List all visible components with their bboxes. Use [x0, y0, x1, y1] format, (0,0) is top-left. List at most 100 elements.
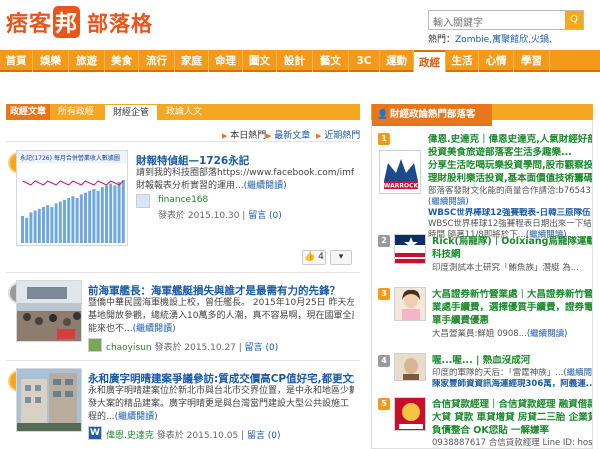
like-button[interactable]: 👍 4 [302, 250, 326, 265]
blogger-title-line[interactable]: 理財股利樂活投資,基本面價值技術籌碼分析 [428, 173, 592, 185]
nav-item-13[interactable]: 政經 [414, 50, 446, 72]
nav-item-3[interactable]: 旅遊 [69, 50, 105, 72]
ranking-title: 財經政論熱門部落客 [390, 109, 476, 120]
article-title[interactable]: 前海軍艦長：海軍艦艇損失與誰才是最需有力的先鋒？ [88, 283, 354, 298]
latest-post-title[interactable]: 陳家豐師資資訊海運經現306萬，阿義運... [432, 379, 592, 390]
read-more-link[interactable]: (繼續閱讀) [563, 368, 592, 378]
read-more-link[interactable]: (繼續閱讀) [527, 329, 568, 339]
nav-item-11[interactable]: 3C [349, 50, 380, 72]
hot-keyword-links[interactable]: Zombie,寓聚館欣,火鍋, [455, 35, 552, 45]
like-dropdown-button[interactable]: ▾ [330, 250, 352, 265]
nav-item-15[interactable]: 心情 [479, 50, 514, 72]
blogger-avatar[interactable] [394, 397, 426, 431]
thumb-bar [121, 180, 125, 243]
article-thumbnail[interactable] [16, 280, 82, 342]
avatar[interactable] [136, 194, 150, 208]
search-input[interactable] [429, 14, 565, 33]
like-count: 4 [318, 252, 324, 262]
thumb-bar [79, 194, 83, 243]
sort-bullet-icon: ▶ [222, 132, 228, 140]
thumb-bar [113, 185, 117, 243]
thumb-bar [33, 210, 37, 243]
author-name[interactable]: 偉恩.史達克 [106, 431, 154, 441]
nav-item-7[interactable]: 命理 [209, 50, 243, 72]
blogger-title[interactable]: 大昌證券新竹營業處｜大昌證券新竹營 [432, 289, 592, 301]
blogger-title-line[interactable]: 科技網 [432, 249, 592, 261]
tab-political-commentary[interactable]: 政論人文 [162, 104, 206, 120]
sort-latest[interactable]: ▶ 最新文章 [266, 128, 310, 141]
avatar[interactable] [88, 338, 102, 352]
read-more-link[interactable]: (繼續閱讀) [244, 181, 287, 191]
thumb-bar [92, 189, 96, 243]
blogger-avatar[interactable] [394, 234, 426, 264]
excerpt-line: 財報報表分析實習的運用...(繼續閱讀) [136, 181, 287, 191]
thumb-bar [117, 181, 121, 243]
blogger-title-line[interactable]: 負債整合 OK您貼 一解嫌率 [432, 425, 592, 437]
sort-recent[interactable]: ▶ 近期熱門 [316, 128, 360, 141]
blogger-title[interactable]: Rick(烏龍隊)｜Oolxiang烏龍隊運動科技 [432, 236, 592, 248]
tab-politics-articles[interactable]: 政經文章 [6, 104, 50, 120]
sort-today[interactable]: ▶ 本日熱門 [222, 128, 266, 141]
post-meta: 發表於 2015.10.30 | 留言 (0) [158, 211, 282, 221]
blogger-title[interactable]: 喔...喔... | 熱血沒成河 [432, 355, 592, 367]
excerpt-line: 程的...(繼續閱讀) [88, 412, 158, 422]
blogger-title[interactable]: 偉恩.史達克｜偉恩史達克,人氣財經好部落 [428, 134, 592, 146]
hot-keywords: 熱門：Zombie,寓聚館欣,火鍋, [428, 32, 552, 45]
rank-number: 5 [378, 398, 390, 410]
logo-text-1: 痞客 [6, 12, 53, 37]
comments-link[interactable]: 留言 (0) [248, 211, 282, 221]
nav-item-4[interactable]: 美食 [105, 50, 139, 72]
post-date: 2015.10.30 [187, 211, 240, 221]
blogger-title-line[interactable]: 業處手續費，選擇優質手續費，證券電子下 [432, 302, 592, 314]
article-excerpt: 暨僑中華民國海軍機設上校，曾任艦長。 2015年10月25日 昨天左營海軍 基地… [88, 297, 354, 336]
article-thumbnail[interactable] [16, 368, 82, 432]
nav-item-5[interactable]: 流行 [139, 50, 175, 72]
read-more-link[interactable]: (繼續閱讀) [428, 197, 469, 207]
blogger-avatar[interactable] [394, 353, 426, 381]
article-thumbnail[interactable]: 永記(1726) 每月合併營業收入數據圖 [16, 150, 128, 246]
portrait-photo [395, 288, 425, 320]
loan-logo-icon [395, 398, 425, 430]
blogger-title-line[interactable]: 投資美食旅遊部落客生活多趣樂... [428, 147, 592, 159]
nav-item-8[interactable]: 圖文 [243, 50, 277, 72]
nav-item-1[interactable]: 首頁 [0, 50, 33, 72]
building-photo [17, 369, 81, 431]
blogger-title-line[interactable]: 分享生活吃喝玩樂投資學問,股市觀察投資 [428, 160, 592, 172]
tab-all-politics[interactable]: 所有政經 [54, 104, 98, 120]
nav-item-16[interactable]: 學習 [514, 50, 550, 72]
sort-bullet-icon: ▶ [266, 132, 272, 140]
blogger-avatar[interactable] [394, 287, 426, 321]
tab-finance-business[interactable]: 財經企管 [104, 104, 158, 120]
nav-item-2[interactable]: 娛樂 [33, 50, 69, 72]
blogger-desc: 部落客發財文化能的商量合作請洽:b765431... [428, 186, 592, 196]
excerpt-line: 能來也不...(繼續閱讀) [88, 324, 176, 334]
latest-post-excerpt: 印度測試本土研究「鮪魚族」潛艇 為... [432, 263, 579, 273]
search-button[interactable]: Q [565, 11, 583, 29]
blogger-title-line[interactable]: 大貸 貸款 車貸增貸 房貸二三胎 企業貸款 [432, 412, 592, 424]
read-more-line: (繼續閱讀) [428, 197, 592, 208]
thumb-bar [46, 205, 50, 243]
nav-item-10[interactable]: 藝文 [313, 50, 349, 72]
comments-link[interactable]: 留言 (0) [247, 431, 281, 441]
site-logo[interactable]: 痞客邦部落格 [6, 6, 153, 38]
author-name[interactable]: chaoyisun [106, 343, 152, 353]
comments-link[interactable]: 留言 (0) [245, 343, 279, 353]
blogger-avatar[interactable]: WARROCK [379, 150, 421, 194]
logo-badge: 邦 [53, 6, 81, 38]
nav-item-14[interactable]: 生活 [446, 50, 479, 72]
latest-post-excerpt: 大昌營業員:鮮姐 0908...(繼續閱讀) [432, 329, 568, 339]
article-title[interactable]: 永和廣字明晴建案爭議參訪:質成交價高CP值好宅,都更文創結活園區... [88, 371, 354, 386]
latest-post-title[interactable]: WBSC世界棒球12強賽戰表-日韓三原隊伍 [428, 208, 592, 219]
avatar[interactable]: W [88, 426, 102, 440]
blogger-title-line[interactable]: 單手續費優惠 [432, 315, 592, 327]
article-title[interactable]: 財報特偵組—1726永記 [136, 153, 352, 168]
nav-item-6[interactable]: 家庭 [175, 50, 209, 72]
thumb-bar [84, 192, 87, 243]
nav-item-12[interactable]: 運動 [380, 50, 414, 72]
nav-item-9[interactable]: 設計 [277, 50, 313, 72]
blogger-title[interactable]: 合信貸款經理｜合信貸款經理 融資借款 [432, 399, 592, 411]
excerpt-line: 暨僑中華民國海軍機設上校，曾任艦長。 2015年10月25日 昨天左營海軍 [88, 298, 354, 308]
read-more-link[interactable]: (繼續閱讀) [133, 324, 176, 334]
read-more-link[interactable]: (繼續閱讀) [115, 412, 158, 422]
author-name[interactable]: finance168 [158, 195, 208, 205]
